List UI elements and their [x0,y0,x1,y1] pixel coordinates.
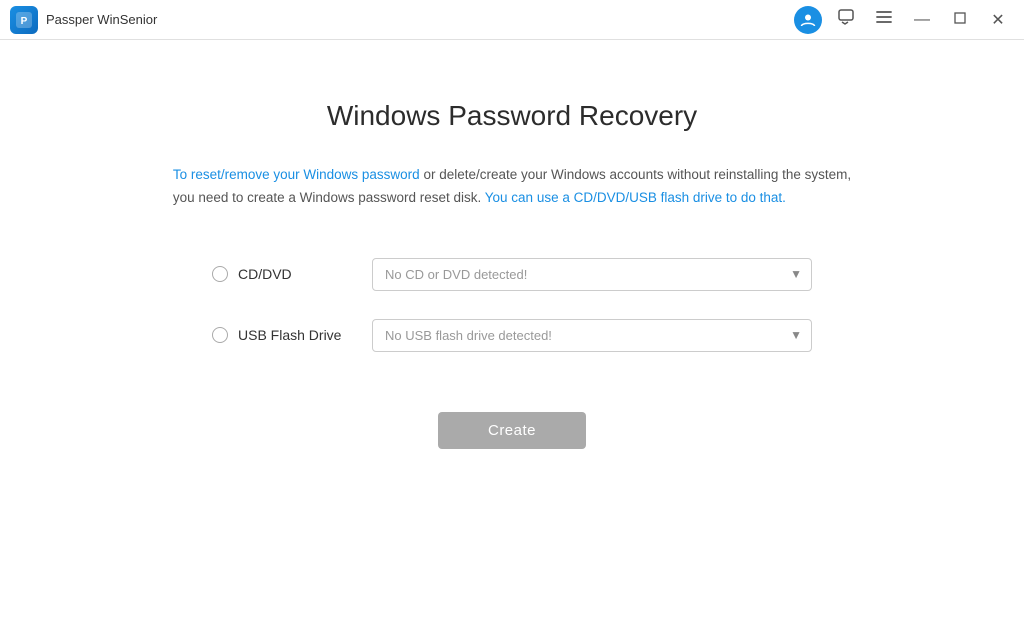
title-bar: P Passper WinSenior [0,0,1024,40]
minimize-icon: — [914,11,930,29]
usb-dropdown[interactable]: No USB flash drive detected! [372,319,812,352]
title-bar-left: P Passper WinSenior [10,6,157,34]
description-part1: To reset/remove your Windows password or… [173,167,851,182]
maximize-button[interactable] [942,4,978,36]
account-icon [794,6,822,34]
usb-radio[interactable] [212,327,228,343]
description-part2: you need to create a Windows password re… [173,190,485,205]
title-bar-controls: — ✕ [790,4,1016,36]
close-button[interactable]: ✕ [980,4,1016,36]
minimize-button[interactable]: — [904,4,940,36]
page-title: Windows Password Recovery [327,100,697,132]
cddvd-dropdown-wrapper: No CD or DVD detected! ▼ [372,258,812,291]
cddvd-label[interactable]: CD/DVD [212,266,352,282]
app-title: Passper WinSenior [46,12,157,27]
main-content: Windows Password Recovery To reset/remov… [0,40,1024,629]
usb-dropdown-wrapper: No USB flash drive detected! ▼ [372,319,812,352]
cddvd-radio[interactable] [212,266,228,282]
create-button[interactable]: Create [438,412,586,449]
hamburger-icon [875,10,893,29]
description-part3: You can use a CD/DVD/USB flash drive to … [485,190,786,205]
svg-text:P: P [21,16,28,27]
chat-button[interactable] [828,4,864,36]
description-text: To reset/remove your Windows password or… [173,164,851,210]
usb-label[interactable]: USB Flash Drive [212,327,352,343]
account-button[interactable] [790,4,826,36]
menu-button[interactable] [866,4,902,36]
maximize-icon [954,11,966,29]
usb-option-row: USB Flash Drive No USB flash drive detec… [212,319,812,352]
cddvd-label-text: CD/DVD [238,266,292,282]
cddvd-option-row: CD/DVD No CD or DVD detected! ▼ [212,258,812,291]
app-logo: P [10,6,38,34]
chat-icon [837,8,855,31]
options-container: CD/DVD No CD or DVD detected! ▼ USB Flas… [212,258,812,352]
usb-label-text: USB Flash Drive [238,327,341,343]
close-icon: ✕ [991,10,1004,30]
cddvd-dropdown[interactable]: No CD or DVD detected! [372,258,812,291]
